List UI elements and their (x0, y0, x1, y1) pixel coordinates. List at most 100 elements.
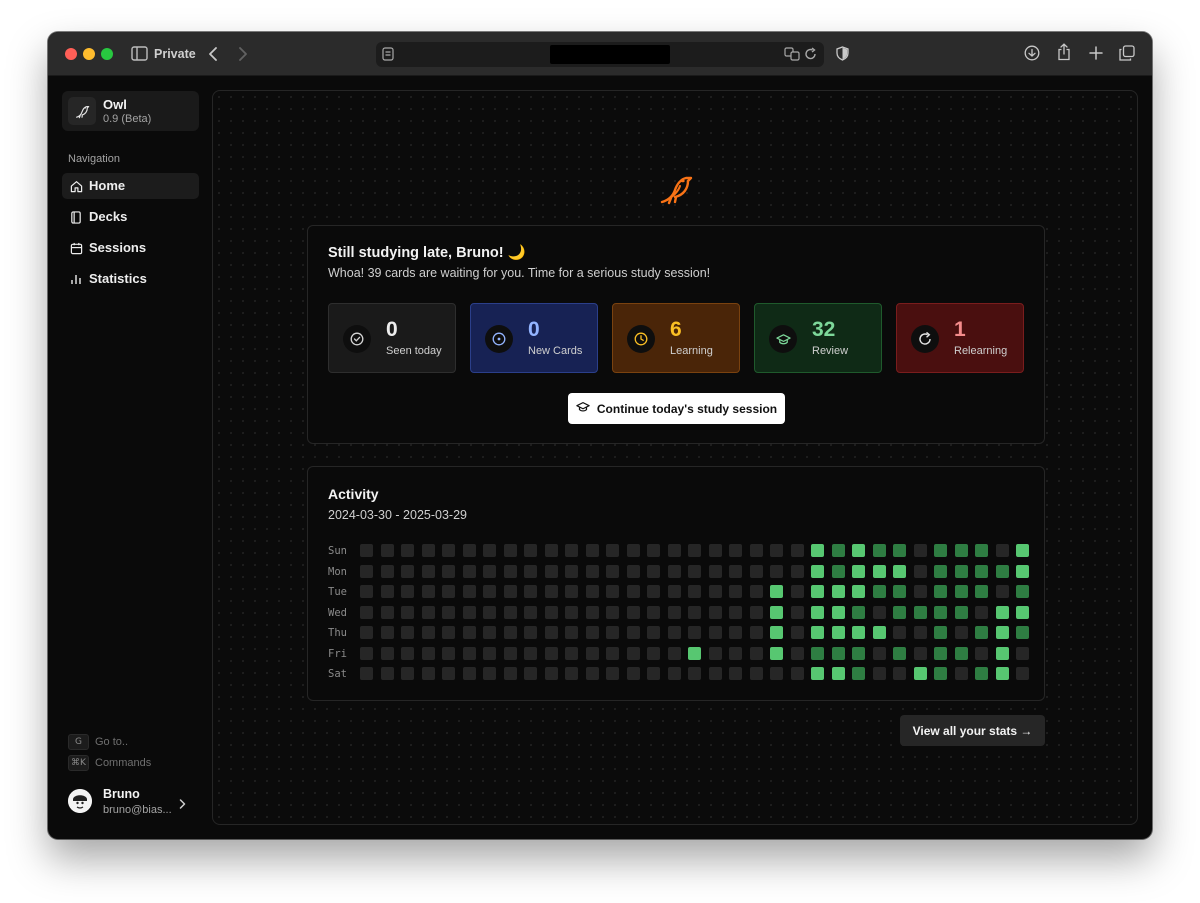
heatmap-cell[interactable] (934, 585, 947, 598)
heatmap-cell[interactable] (729, 626, 742, 639)
heatmap-cell[interactable] (647, 626, 660, 639)
heatmap-cell[interactable] (606, 626, 619, 639)
heatmap-cell[interactable] (524, 667, 537, 680)
zoom-window-button[interactable] (101, 48, 113, 60)
heatmap-cell[interactable] (688, 544, 701, 557)
heatmap-cell[interactable] (831, 605, 845, 619)
heatmap-cell[interactable] (503, 605, 517, 619)
app-switcher[interactable]: Owl 0.9 (Beta) (62, 91, 199, 131)
heatmap-cell[interactable] (831, 626, 845, 639)
heatmap-cell[interactable] (585, 585, 599, 598)
heatmap-cell[interactable] (934, 646, 947, 660)
heatmap-cell[interactable] (975, 626, 988, 639)
heatmap-cell[interactable] (770, 605, 783, 619)
heatmap-cell[interactable] (729, 646, 742, 660)
heatmap-cell[interactable] (729, 667, 742, 680)
heatmap-cell[interactable] (1016, 626, 1029, 639)
heatmap-cell[interactable] (975, 585, 988, 598)
heatmap-cell[interactable] (585, 605, 599, 619)
heatmap-cell[interactable] (954, 626, 968, 639)
heatmap-cell[interactable] (667, 585, 681, 598)
heatmap-cell[interactable] (462, 585, 476, 598)
heatmap-cell[interactable] (975, 564, 988, 578)
heatmap-cell[interactable] (524, 564, 537, 578)
heatmap-cell[interactable] (442, 605, 455, 619)
heatmap-cell[interactable] (647, 585, 660, 598)
heatmap-cell[interactable] (749, 585, 763, 598)
heatmap-cell[interactable] (544, 626, 558, 639)
heatmap-cell[interactable] (708, 605, 722, 619)
heatmap-cell[interactable] (544, 544, 558, 557)
sidebar-item-statistics[interactable]: Statistics (62, 266, 199, 292)
heatmap-cell[interactable] (606, 605, 619, 619)
heatmap-cell[interactable] (872, 646, 886, 660)
heatmap-cell[interactable] (462, 667, 476, 680)
heatmap-cell[interactable] (811, 667, 824, 680)
heatmap-cell[interactable] (995, 605, 1009, 619)
heatmap-cell[interactable] (831, 646, 845, 660)
heatmap-cell[interactable] (606, 646, 619, 660)
heatmap-cell[interactable] (585, 667, 599, 680)
sidebar-toggle-icon[interactable] (130, 44, 148, 62)
heatmap-cell[interactable] (1016, 667, 1029, 680)
back-arrow-icon[interactable] (204, 44, 222, 64)
heatmap-cell[interactable] (647, 564, 660, 578)
heatmap-cell[interactable] (626, 605, 640, 619)
heatmap-cell[interactable] (647, 646, 660, 660)
heatmap-cell[interactable] (421, 585, 435, 598)
heatmap-cell[interactable] (852, 646, 865, 660)
heatmap-cell[interactable] (667, 667, 681, 680)
heatmap-cell[interactable] (954, 544, 968, 557)
heatmap-cell[interactable] (483, 646, 496, 660)
heatmap-cell[interactable] (401, 544, 414, 557)
heatmap-cell[interactable] (934, 626, 947, 639)
heatmap-cell[interactable] (524, 585, 537, 598)
heatmap-cell[interactable] (913, 605, 927, 619)
heatmap-cell[interactable] (503, 585, 517, 598)
heatmap-cell[interactable] (544, 646, 558, 660)
heatmap-cell[interactable] (606, 564, 619, 578)
heatmap-cell[interactable] (442, 544, 455, 557)
heatmap-cell[interactable] (626, 667, 640, 680)
heatmap-cell[interactable] (729, 564, 742, 578)
heatmap-cell[interactable] (934, 667, 947, 680)
heatmap-cell[interactable] (360, 585, 373, 598)
commands-shortcut[interactable]: ⌘K Commands (68, 755, 151, 771)
heatmap-cell[interactable] (401, 626, 414, 639)
heatmap-cell[interactable] (749, 544, 763, 557)
new-tab-icon[interactable] (1087, 44, 1105, 62)
heatmap-cell[interactable] (360, 564, 373, 578)
heatmap-cell[interactable] (585, 544, 599, 557)
heatmap-cell[interactable] (770, 585, 783, 598)
heatmap-cell[interactable] (975, 646, 988, 660)
heatmap-cell[interactable] (401, 605, 414, 619)
heatmap-cell[interactable] (913, 646, 927, 660)
heatmap-cell[interactable] (1016, 605, 1029, 619)
heatmap-cell[interactable] (626, 646, 640, 660)
heatmap-cell[interactable] (606, 667, 619, 680)
heatmap-cell[interactable] (483, 605, 496, 619)
heatmap-cell[interactable] (872, 626, 886, 639)
heatmap-cell[interactable] (421, 646, 435, 660)
heatmap-cell[interactable] (626, 544, 640, 557)
heatmap-cell[interactable] (606, 544, 619, 557)
heatmap-cell[interactable] (872, 585, 886, 598)
address-bar[interactable] (376, 42, 824, 67)
heatmap-cell[interactable] (831, 564, 845, 578)
heatmap-cell[interactable] (462, 605, 476, 619)
url-text[interactable] (550, 45, 670, 64)
sidebar-item-sessions[interactable]: Sessions (62, 235, 199, 261)
heatmap-cell[interactable] (688, 646, 701, 660)
heatmap-cell[interactable] (852, 667, 865, 680)
heatmap-cell[interactable] (749, 646, 763, 660)
heatmap-cell[interactable] (811, 564, 824, 578)
heatmap-cell[interactable] (565, 585, 578, 598)
heatmap-cell[interactable] (565, 544, 578, 557)
heatmap-cell[interactable] (872, 544, 886, 557)
heatmap-cell[interactable] (790, 564, 804, 578)
heatmap-cell[interactable] (380, 646, 394, 660)
reload-icon[interactable] (804, 47, 817, 66)
heatmap-cell[interactable] (360, 605, 373, 619)
heatmap-cell[interactable] (524, 605, 537, 619)
heatmap-cell[interactable] (667, 544, 681, 557)
